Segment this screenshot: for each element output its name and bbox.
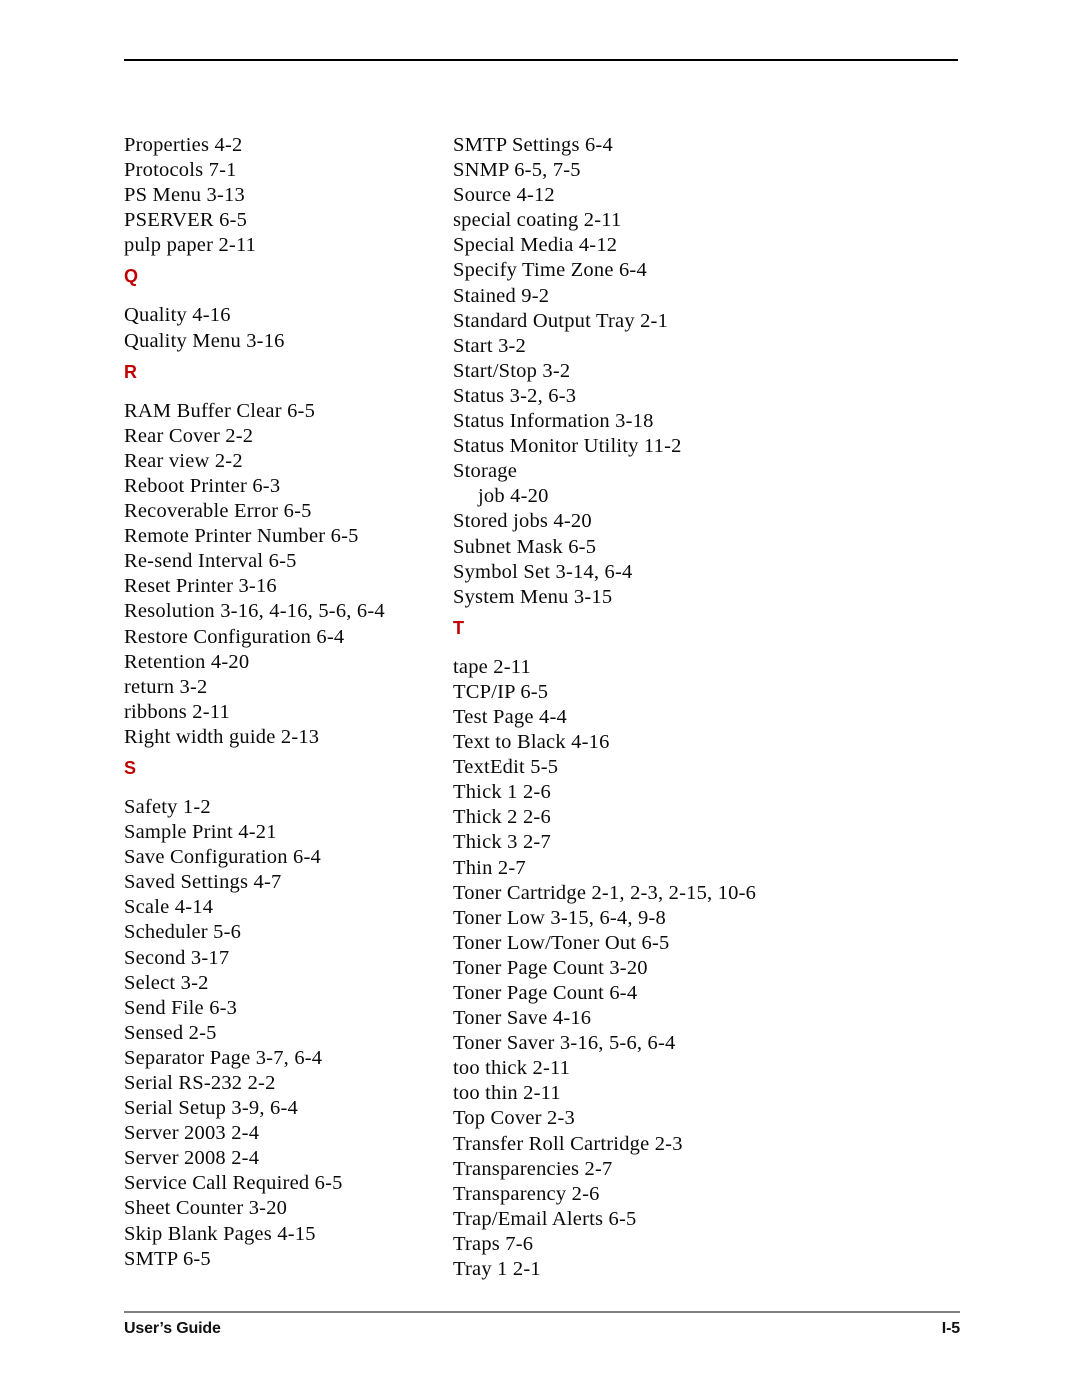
index-entry: Saved Settings 4-7 [124, 871, 282, 894]
index-entry: Tray 1 2-1 [453, 1258, 541, 1281]
index-entry: SNMP 6-5, 7-5 [453, 159, 581, 182]
index-entry: Quality Menu 3-16 [124, 329, 285, 352]
index-entry: Transparency 2-6 [453, 1182, 600, 1205]
index-entry: Thin 2-7 [453, 856, 526, 879]
index-entry: Server 2008 2-4 [124, 1147, 260, 1170]
left-column: Properties 4-2 Protocols 7-1 PS Menu 3-13 P… [0, 133, 429, 1272]
index-entry: Quality 4-16 [124, 304, 231, 327]
index-entry: Subnet Mask 6-5 [453, 535, 597, 558]
index-entry: Safety 1-2 [124, 795, 211, 818]
header-rule [124, 59, 958, 61]
index-entry: ribbons 2-11 [124, 700, 230, 723]
index-entry: Transparencies 2-7 [453, 1157, 613, 1180]
index-entry: TextEdit 5-5 [453, 756, 559, 779]
footer-row: User’s Guide I-5 [124, 1320, 960, 1338]
index-entry: Toner Page Count 3-20 [453, 956, 648, 979]
index-entry: Re-send Interval 6-5 [124, 550, 297, 573]
index-entry: Reset Printer 3-16 [124, 575, 277, 598]
index-entry: Resolution 3-16, 4-16, 5-6, 6-4 [124, 600, 385, 623]
index-entry: Thick 1 2-6 [453, 781, 551, 804]
index-entry: PS Menu 3-13 [124, 184, 245, 207]
index-entry: Recoverable Error 6-5 [124, 500, 312, 523]
index-entry: Service Call Required 6-5 [124, 1172, 343, 1195]
index-entry: Retention 4-20 [124, 650, 250, 673]
index-entry: Rear Cover 2-2 [124, 424, 254, 447]
index-entry: Test Page 4-4 [453, 705, 567, 728]
index-entry: RAM Buffer Clear 6-5 [124, 399, 316, 422]
index-entry: TCP/IP 6-5 [453, 680, 549, 703]
index-entry: Text to Black 4-16 [453, 731, 610, 754]
index-entry: Toner Page Count 6-4 [453, 982, 638, 1004]
index-entry: Toner Saver 3-16, 5-6, 6-4 [453, 1032, 676, 1055]
index-entry: Source 4-12 [453, 184, 555, 207]
index-entry: Thick 2 2-6 [453, 806, 551, 829]
footer-rule [124, 1311, 960, 1313]
index-entry: Server 2003 2-4 [124, 1122, 260, 1145]
footer-page-number: I-5 [941, 1320, 960, 1337]
index-entry: Sheet Counter 3-20 [124, 1197, 288, 1220]
index-entry: Thick 3 2-7 [453, 831, 551, 854]
index-entry: Send File 6-3 [124, 996, 238, 1019]
index-entry: too thick 2-11 [453, 1057, 571, 1080]
index-entry: Trap/Email Alerts 6-5 [453, 1207, 637, 1230]
letter-heading-q: Q [124, 266, 139, 287]
index-entry: Right width guide 2-13 [124, 725, 320, 748]
index-entry: Skip Blank Pages 4-15 [124, 1222, 316, 1245]
index-entry: SMTP Settings 6-4 [453, 134, 613, 156]
index-entry: Scheduler 5-6 [124, 921, 242, 944]
index-entry: Toner Low 3-15, 6-4, 9-8 [453, 906, 666, 929]
index-entry: Standard Output Tray 2-1 [453, 309, 669, 332]
index-entry: Toner Cartridge 2-1, 2-3, 2-15, 10-6 [453, 881, 757, 904]
index-subentry: job 4-20 [478, 485, 549, 508]
index-entry: Properties 4-2 [124, 134, 243, 156]
letter-heading-s: S [124, 757, 137, 778]
index-entry: Symbol Set 3-14, 6-4 [453, 560, 633, 583]
index-entry: System Menu 3-15 [453, 585, 613, 608]
index-entry: PSERVER 6-5 [124, 209, 248, 232]
index-entry: Protocols 7-1 [124, 159, 237, 182]
index-entry: Specify Time Zone 6-4 [453, 259, 647, 282]
index-entry: Special Media 4-12 [453, 234, 618, 257]
index-entry: Save Configuration 6-4 [124, 846, 321, 869]
right-column: SMTP Settings 6-4 SNMP 6-5, 7-5 Source 4-1… [429, 133, 929, 1282]
index-entry: Second 3-17 [124, 946, 230, 969]
index-entry: Start/Stop 3-2 [453, 359, 571, 382]
index-entry: Transfer Roll Cartridge 2-3 [453, 1132, 683, 1155]
index-entry: Sample Print 4-21 [124, 821, 277, 844]
index-entry: Traps 7-6 [453, 1232, 534, 1255]
index-entry: tape 2-11 [453, 655, 531, 678]
index-entry: SMTP 6-5 [124, 1247, 211, 1270]
index-entry: Status Information 3-18 [453, 410, 654, 433]
index-entry: Stained 9-2 [453, 284, 550, 307]
index-entry: Serial Setup 3-9, 6-4 [124, 1097, 298, 1120]
letter-heading-t: T [453, 617, 464, 638]
index-entry: Storage [453, 460, 518, 483]
index-entry: too thin 2-11 [453, 1082, 561, 1105]
index-entry: Status Monitor Utility 11-2 [453, 435, 682, 458]
index-entry: Scale 4-14 [124, 896, 214, 919]
index-entry: Reboot Printer 6-3 [124, 474, 281, 497]
index-entry: Status 3-2, 6-3 [453, 384, 577, 407]
index-entry: Select 3-2 [124, 971, 209, 994]
index-entry: Start 3-2 [453, 334, 527, 357]
index-entry: Top Cover 2-3 [453, 1107, 575, 1130]
index-entry: Serial RS-232 2-2 [124, 1072, 276, 1094]
index-entry: Toner Save 4-16 [453, 1007, 592, 1030]
index-entry: Toner Low/Toner Out 6-5 [453, 931, 670, 954]
index-entry: Separator Page 3-7, 6-4 [124, 1046, 323, 1069]
index-entry: Rear view 2-2 [124, 449, 243, 472]
index-entry: Restore Configuration 6-4 [124, 625, 345, 648]
letter-heading-r: R [124, 361, 137, 382]
index-entry: Stored jobs 4-20 [453, 510, 592, 533]
index-page: Properties 4-2 Protocols 7-1 PS Menu 3-13 P… [0, 0, 1080, 1397]
index-entry: special coating 2-11 [453, 209, 622, 232]
index-entry: Sensed 2-5 [124, 1021, 217, 1044]
index-entry: pulp paper 2-11 [124, 234, 257, 257]
page-footer: User’s Guide I-5 [124, 1311, 960, 1338]
footer-guide-label: User’s Guide [124, 1320, 221, 1337]
index-entry: return 3-2 [124, 675, 208, 698]
index-entry: Remote Printer Number 6-5 [124, 525, 359, 548]
index-columns: Properties 4-2 Protocols 7-1 PS Menu 3-13 P… [0, 133, 1080, 1282]
